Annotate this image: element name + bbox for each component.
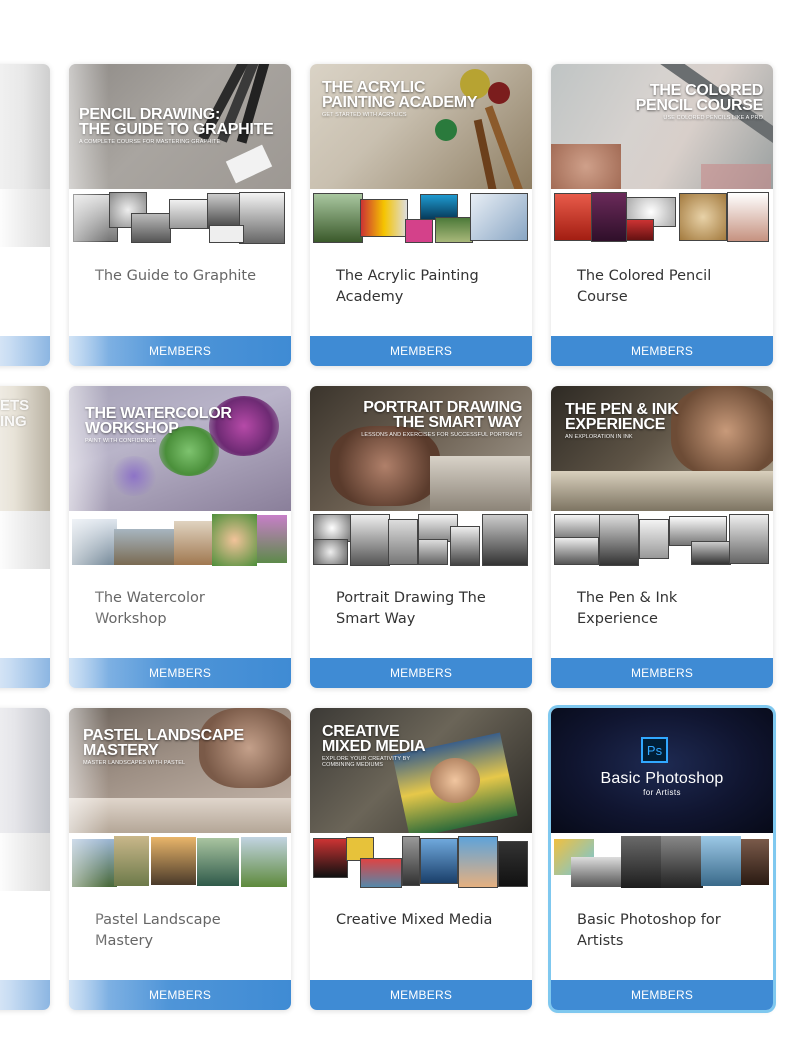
members-button[interactable]: MEMBERS bbox=[69, 980, 291, 1010]
artwork-strip bbox=[0, 511, 50, 569]
course-thumbnail: Pencil Drawing: The Guide to Graphite A … bbox=[69, 64, 291, 189]
course-thumbnail bbox=[0, 64, 50, 189]
artwork-strip bbox=[551, 511, 773, 569]
thumbnail-title: The Acrylic Painting Academy Get started… bbox=[322, 79, 478, 119]
artwork-strip bbox=[310, 189, 532, 247]
artwork-strip bbox=[69, 511, 291, 569]
course-card-pen-and-ink[interactable]: The Pen & Ink Experience An exploration … bbox=[551, 386, 773, 688]
course-title[interactable]: Portrait Drawing The Smart Way bbox=[336, 588, 511, 630]
thumbnail-title: Pastel Landscape Mastery Master landscap… bbox=[83, 727, 244, 767]
thumbnail-title: The Colored Pencil Course Use colored pe… bbox=[635, 82, 764, 122]
course-thumbnail: The Pen & Ink Experience An exploration … bbox=[551, 386, 773, 511]
artwork-strip bbox=[310, 833, 532, 891]
thumbnail-title: The Pen & Ink Experience An exploration … bbox=[565, 401, 679, 441]
members-button[interactable]: MEMBERS bbox=[310, 980, 532, 1010]
artwork-strip bbox=[69, 189, 291, 247]
members-button[interactable]: MEMBERS bbox=[310, 336, 532, 366]
course-card-portrait-drawing[interactable]: Portrait Drawing The Smart Way Lessons a… bbox=[310, 386, 532, 688]
course-title[interactable]: Pastel Landscape Mastery bbox=[95, 910, 270, 952]
course-thumbnail bbox=[0, 708, 50, 833]
course-title[interactable]: Basic Photoshop for Artists bbox=[577, 910, 752, 952]
artwork-strip bbox=[551, 189, 773, 247]
artwork-strip bbox=[0, 189, 50, 247]
course-thumbnail: Pastel Landscape Mastery Master landscap… bbox=[69, 708, 291, 833]
course-card-watercolor-workshop[interactable]: The Watercolor Workshop Paint with confi… bbox=[69, 386, 291, 688]
course-title[interactable]: Creative Mixed Media bbox=[336, 910, 511, 931]
members-footer[interactable] bbox=[0, 980, 50, 1010]
course-thumbnail: Ps Basic Photoshop for Artists bbox=[551, 708, 773, 833]
artwork-strip bbox=[69, 833, 291, 891]
members-button[interactable]: MEMBERS bbox=[551, 658, 773, 688]
course-card-creative-mixed-media[interactable]: Creative Mixed Media Explore your creati… bbox=[310, 708, 532, 1010]
course-card-colored-pencil-course[interactable]: The Colored Pencil Course Use colored pe… bbox=[551, 64, 773, 366]
thumbnail-title: Portrait Drawing The Smart Way Lessons a… bbox=[361, 399, 522, 439]
artwork-strip bbox=[0, 833, 50, 891]
members-footer[interactable] bbox=[0, 658, 50, 688]
thumbnail-title: ETS ING bbox=[0, 397, 30, 430]
photoshop-logo-icon: Ps bbox=[641, 737, 668, 763]
thumbnail-title: Pencil Drawing: The Guide to Graphite A … bbox=[79, 106, 274, 146]
artwork-strip bbox=[310, 511, 532, 569]
course-title[interactable]: The Acrylic Painting Academy bbox=[336, 266, 511, 308]
artwork-strip bbox=[551, 833, 773, 891]
course-card-pastel-landscape[interactable]: Pastel Landscape Mastery Master landscap… bbox=[69, 708, 291, 1010]
course-card-basic-photoshop[interactable]: Ps Basic Photoshop for Artists Basic Pho… bbox=[551, 708, 773, 1010]
course-card-acrylic-painting-academy[interactable]: The Acrylic Painting Academy Get started… bbox=[310, 64, 532, 366]
partial-course-card[interactable]: ETS ING bbox=[0, 386, 50, 688]
course-title[interactable]: The Colored Pencil Course bbox=[577, 266, 752, 308]
thumbnail-title: The Watercolor Workshop Paint with confi… bbox=[85, 405, 232, 445]
partial-course-card[interactable] bbox=[0, 64, 50, 366]
course-thumbnail: The Watercolor Workshop Paint with confi… bbox=[69, 386, 291, 511]
members-button[interactable]: MEMBERS bbox=[551, 336, 773, 366]
partial-course-card[interactable] bbox=[0, 708, 50, 1010]
members-button[interactable]: MEMBERS bbox=[310, 658, 532, 688]
course-thumbnail: Portrait Drawing The Smart Way Lessons a… bbox=[310, 386, 532, 511]
members-footer[interactable] bbox=[0, 336, 50, 366]
course-card-guide-to-graphite[interactable]: Pencil Drawing: The Guide to Graphite A … bbox=[69, 64, 291, 366]
thumbnail-title: Basic Photoshop for Artists bbox=[600, 770, 724, 797]
course-title[interactable]: The Pen & Ink Experience bbox=[577, 588, 752, 630]
course-title[interactable]: The Guide to Graphite bbox=[95, 266, 270, 287]
course-thumbnail: The Acrylic Painting Academy Get started… bbox=[310, 64, 532, 189]
members-button[interactable]: MEMBERS bbox=[551, 980, 773, 1010]
thumbnail-title: Creative Mixed Media Explore your creati… bbox=[322, 723, 426, 769]
members-button[interactable]: MEMBERS bbox=[69, 658, 291, 688]
course-thumbnail: The Colored Pencil Course Use colored pe… bbox=[551, 64, 773, 189]
members-button[interactable]: MEMBERS bbox=[69, 336, 291, 366]
course-thumbnail: Creative Mixed Media Explore your creati… bbox=[310, 708, 532, 833]
course-title[interactable]: The Watercolor Workshop bbox=[95, 588, 270, 630]
